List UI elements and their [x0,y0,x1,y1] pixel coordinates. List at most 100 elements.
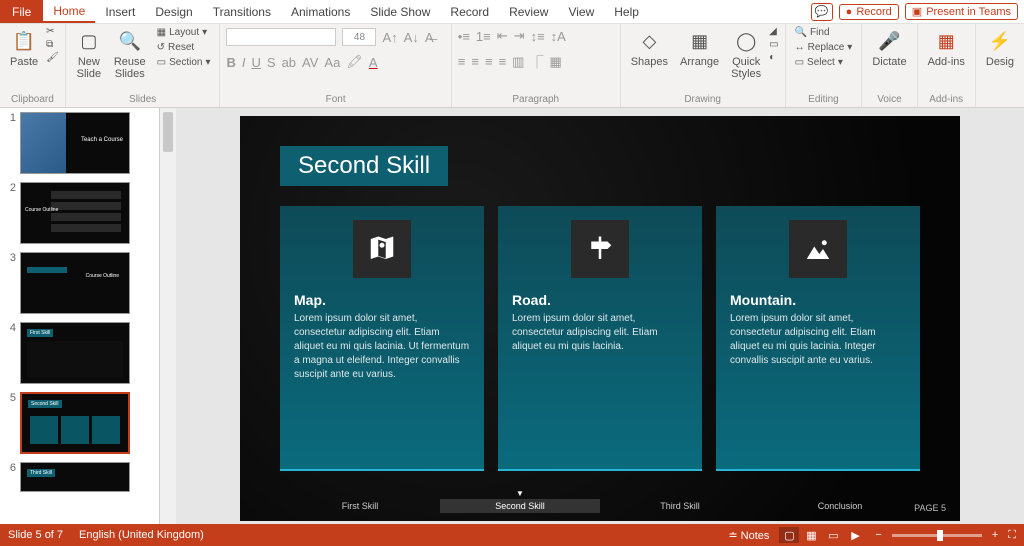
text-direction-icon[interactable]: ↕A [551,29,566,44]
reading-view-icon[interactable]: ▭ [823,527,843,543]
addins-button[interactable]: ▦Add-ins [924,26,969,70]
underline-icon[interactable]: U [252,55,261,70]
slide-title[interactable]: Second Skill [280,146,448,186]
menu-tabs: Home Insert Design Transitions Animation… [43,0,804,23]
clear-format-icon[interactable]: A̶ [425,30,434,45]
strike-icon[interactable]: S [267,55,276,70]
footer-conclusion[interactable]: Conclusion [760,499,920,513]
designer-button[interactable]: ⚡Desig [982,26,1018,70]
line-spacing-icon[interactable]: ↕≡ [531,29,545,44]
align-text-icon[interactable]: ⎾ [530,52,543,71]
highlight-icon[interactable]: 🖍 [346,54,363,70]
numbering-icon[interactable]: 1≡ [476,29,491,44]
present-teams-button[interactable]: ▣ Present in Teams [905,3,1018,20]
spacing-icon[interactable]: AV [302,55,318,70]
thumb-2[interactable]: 2★ Course Outline [0,178,159,248]
thumb-3[interactable]: 3★ Course Outline [0,248,159,318]
map-icon [353,220,411,278]
indent-inc-icon[interactable]: ⇥ [514,28,525,44]
tab-review[interactable]: Review [499,0,558,23]
align-right-icon[interactable]: ≡ [485,54,493,69]
tab-record[interactable]: Record [440,0,499,23]
tab-view[interactable]: View [558,0,604,23]
case-icon[interactable]: Aa [324,55,340,70]
decrease-font-icon[interactable]: A↓ [404,30,419,45]
smartart-icon[interactable]: ▦ [549,54,561,70]
notes-button[interactable]: ≐ Notes [728,529,769,542]
font-size-select[interactable] [342,28,376,46]
title-right-buttons: 💬 ● Record ▣ Present in Teams [805,0,1024,23]
indent-dec-icon[interactable]: ⇤ [497,28,508,44]
layout-button[interactable]: ▦ Layout ▾ [154,26,214,39]
file-tab[interactable]: File [0,0,43,23]
tab-slideshow[interactable]: Slide Show [360,0,440,23]
shape-fill-icon[interactable]: ◢ [769,26,778,37]
zoom-slider[interactable] [892,534,982,537]
quick-styles-button[interactable]: ◯Quick Styles [727,26,765,82]
cut-icon[interactable]: ✂ [46,26,59,37]
thumb-6[interactable]: 6★ Third Skill [0,458,159,499]
reset-button[interactable]: ↺ Reset [154,41,214,54]
thumb-1[interactable]: 1★ Teach a Course [0,108,159,178]
normal-view-icon[interactable]: ▢ [779,527,799,543]
font-color-icon[interactable]: A [369,55,378,70]
comments-button[interactable]: 💬 [811,3,833,21]
new-slide-button[interactable]: ▢ New Slide [72,26,106,82]
italic-icon[interactable]: I [242,55,246,70]
tab-help[interactable]: Help [604,0,649,23]
thumb-scrollbar[interactable] [160,108,176,524]
find-button[interactable]: 🔍 Find [792,26,856,39]
footer-third[interactable]: Third Skill [600,499,760,513]
language-status[interactable]: English (United Kingdom) [79,529,204,541]
footer-first[interactable]: First Skill [280,499,440,513]
tab-design[interactable]: Design [145,0,202,23]
shapes-button[interactable]: ◇Shapes [627,26,672,70]
thumb-4[interactable]: 4★ First Skill [0,318,159,388]
arrange-button[interactable]: ▦Arrange [676,26,723,70]
thumb-5[interactable]: 5★ Second Skill [0,388,159,458]
increase-font-icon[interactable]: A↑ [382,30,397,45]
slide-counter[interactable]: Slide 5 of 7 [8,529,63,541]
sorter-view-icon[interactable]: ▦ [801,527,821,543]
slide[interactable]: Second Skill Map. Lorem ipsum dolor sit … [240,116,960,521]
justify-icon[interactable]: ≡ [499,54,507,69]
record-button[interactable]: ● Record [839,4,899,20]
group-font: A↑ A↓ A̶ B I U S ab AV Aa 🖍 A Font [220,24,451,107]
card-road[interactable]: Road. Lorem ipsum dolor sit amet, consec… [498,206,702,471]
card-map[interactable]: Map. Lorem ipsum dolor sit amet, consect… [280,206,484,471]
reuse-slides-button[interactable]: 🔍 Reuse Slides [110,26,150,82]
copy-icon[interactable]: ⧉ [46,39,59,50]
select-button[interactable]: ▭ Select ▾ [792,56,856,69]
align-left-icon[interactable]: ≡ [458,54,466,69]
shape-effects-icon[interactable]: ◐ [769,52,778,63]
tab-transitions[interactable]: Transitions [203,0,281,23]
format-painter-icon[interactable]: 🖌 [46,52,59,63]
dictate-button[interactable]: 🎤Dictate [868,26,910,70]
bold-icon[interactable]: B [226,55,235,70]
card-mountain[interactable]: Mountain. Lorem ipsum dolor sit amet, co… [716,206,920,471]
tab-insert[interactable]: Insert [95,0,145,23]
font-family-select[interactable] [226,28,336,46]
card-text: Lorem ipsum dolor sit amet, consectetur … [512,312,688,354]
tab-animations[interactable]: Animations [281,0,360,23]
fit-window-icon[interactable]: ⛶ [1008,529,1016,542]
paste-button[interactable]: 📋 Paste [6,26,42,70]
addins-icon: ▦ [933,28,959,54]
bullets-icon[interactable]: •≡ [458,29,470,44]
footer-second[interactable]: Second Skill [440,499,600,513]
replace-button[interactable]: ↔ Replace ▾ [792,41,856,54]
shadow-icon[interactable]: ab [282,55,296,70]
zoom-out-icon[interactable]: − [875,529,881,541]
group-voice: 🎤Dictate Voice [862,24,917,107]
slide-thumbnails[interactable]: 1★ Teach a Course 2★ Course Outline 3★ C… [0,108,160,524]
slideshow-view-icon[interactable]: ▶ [845,527,865,543]
section-button[interactable]: ▭ Section ▾ [154,56,214,69]
columns-icon[interactable]: ▥ [512,54,524,70]
shape-outline-icon[interactable]: ▭ [769,39,778,50]
align-center-icon[interactable]: ≡ [471,54,479,69]
new-slide-label: New Slide [77,56,101,80]
font-label: Font [226,92,444,107]
slide-canvas[interactable]: Second Skill Map. Lorem ipsum dolor sit … [176,108,1024,524]
zoom-in-icon[interactable]: + [992,529,998,541]
tab-home[interactable]: Home [43,0,95,23]
